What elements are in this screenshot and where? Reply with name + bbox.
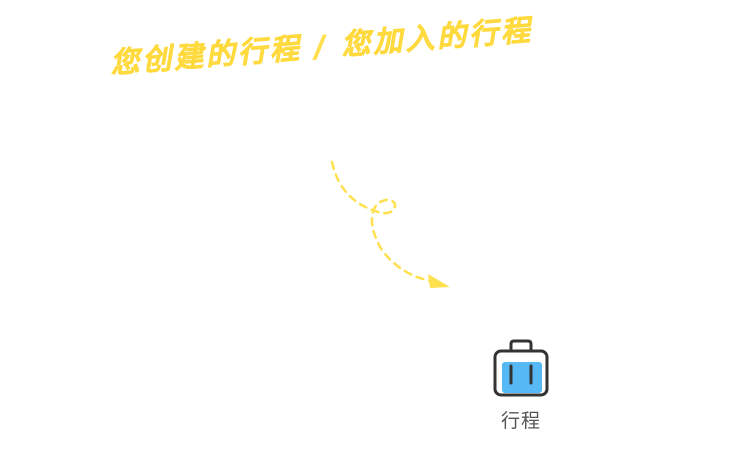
dashed-arrow-icon <box>330 160 450 288</box>
tab-trips-label: 行程 <box>500 410 541 432</box>
tab-trips[interactable]: 行程 <box>485 338 557 433</box>
hint-banner-text: 您创建的行程 / 您加入的行程 <box>108 12 535 80</box>
suitcase-icon <box>493 339 549 397</box>
